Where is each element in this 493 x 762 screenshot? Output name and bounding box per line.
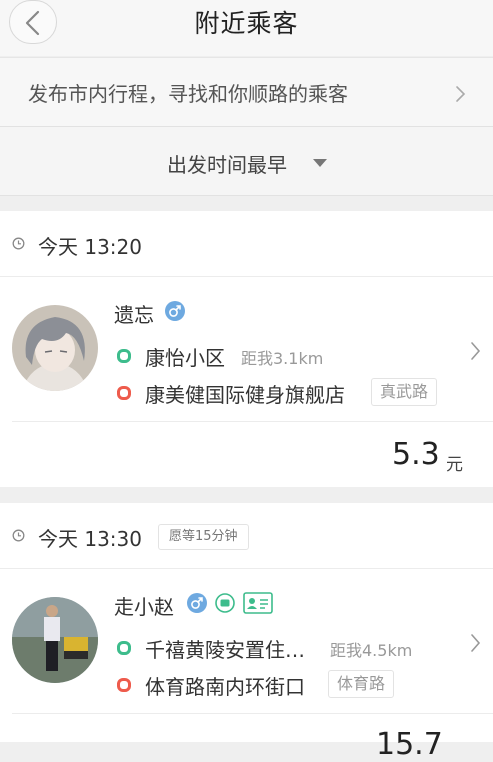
chevron-right-icon: [471, 634, 481, 652]
passenger-card[interactable]: 今天 13:30 愿等15分钟 走小赵 千禧黄陵安置住… 距我4.5km 体育路: [0, 503, 493, 762]
sort-label: 出发时间最早: [167, 153, 287, 177]
departure-time: 今天 13:20: [38, 235, 142, 259]
start-point-icon: [117, 349, 131, 363]
publish-trip-text: 发布市内行程，寻找和你顺路的乘客: [28, 82, 348, 106]
page-title: 附近乘客: [194, 9, 299, 38]
end-point-icon: [117, 386, 131, 400]
clock-icon: [12, 529, 25, 542]
end-road-tag: 真武路: [371, 378, 438, 406]
price-unit: 元: [446, 455, 463, 475]
end-location: 康美健国际健身旗舰店: [145, 383, 345, 407]
start-location: 康怡小区: [145, 346, 225, 370]
distance-text: 距我3.1km: [241, 349, 324, 368]
end-point-icon: [117, 678, 131, 692]
start-point-icon: [117, 641, 131, 655]
male-icon: [165, 301, 185, 321]
id-card-icon: [243, 592, 273, 614]
wait-badge: 愿等15分钟: [158, 524, 249, 550]
price-value: 15.7: [376, 727, 443, 762]
end-road-tag: 体育路: [328, 670, 395, 698]
nav-bar: 附近乘客: [0, 0, 493, 56]
distance-text: 距我4.5km: [330, 641, 413, 660]
clock-icon: [12, 237, 25, 250]
divider: [12, 421, 493, 422]
car-icon: [215, 593, 235, 613]
avatar[interactable]: [12, 305, 98, 391]
sort-dropdown[interactable]: 出发时间最早: [0, 127, 493, 196]
publish-trip-row[interactable]: 发布市内行程，寻找和你顺路的乘客: [0, 57, 493, 127]
departure-time-row: 今天 13:30 愿等15分钟: [0, 503, 493, 569]
male-icon: [187, 593, 207, 613]
caret-down-icon: [313, 159, 327, 167]
passenger-name: 遗忘: [114, 303, 154, 327]
divider: [12, 713, 493, 714]
avatar[interactable]: [12, 597, 98, 683]
start-location: 千禧黄陵安置住…: [145, 638, 305, 662]
chevron-right-icon: [471, 342, 481, 360]
departure-time-row: 今天 13:20: [0, 211, 493, 277]
end-location: 体育路南内环街口: [145, 675, 305, 699]
chevron-right-icon: [456, 86, 466, 102]
passenger-card[interactable]: 今天 13:20 遗忘 康怡小区 距我3.1km 康美健国际健身旗舰店 真武路 …: [0, 211, 493, 487]
passenger-name: 走小赵: [114, 595, 174, 619]
price-value: 5.3: [392, 437, 440, 472]
departure-time: 今天 13:30: [38, 527, 142, 551]
